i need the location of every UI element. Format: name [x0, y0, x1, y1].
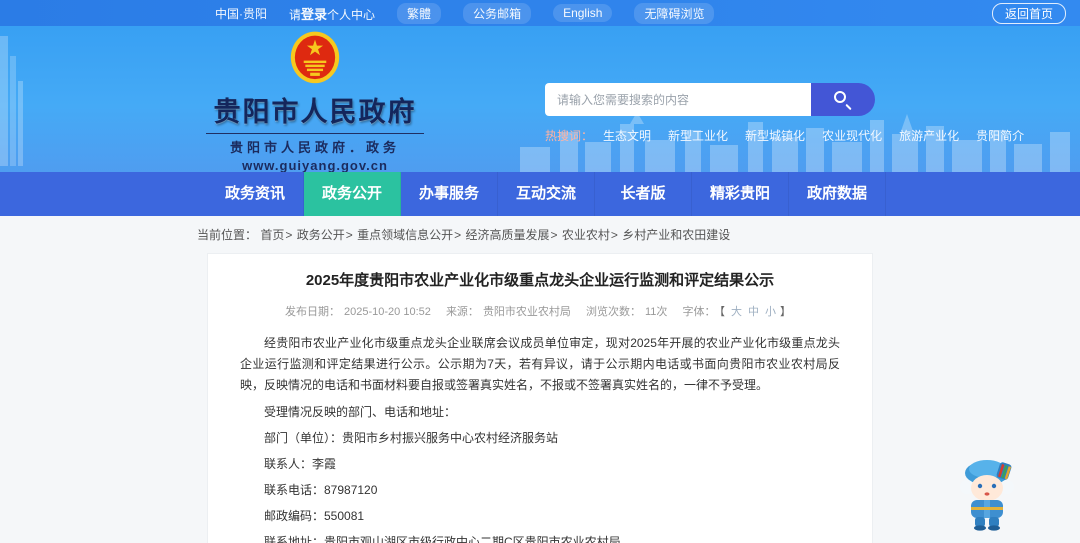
site-url: www.guiyang.gov.cn — [242, 158, 388, 172]
site-header: 贵阳市人民政府 贵阳市人民政府．政务 www.guiyang.gov.cn 热搜… — [0, 26, 1080, 172]
nav-tab-interaction[interactable]: 互动交流 — [498, 172, 595, 216]
source-label: 来源： — [445, 306, 479, 318]
content-area: 当前位置： 首页> 政务公开> 重点领域信息公开> 经济高质量发展> 农业农村>… — [0, 216, 1080, 543]
accessibility-link[interactable]: 无障碍浏览 — [634, 2, 715, 24]
search-area: 热搜词： 生态文明 新型工业化 新型城镇化 农业现代化 旅游产业化 贵阳简介 — [545, 83, 1024, 144]
hot-search-row: 热搜词： 生态文明 新型工业化 新型城镇化 农业现代化 旅游产业化 贵阳简介 — [545, 127, 1024, 144]
article-card: 2025年度贵阳市农业产业化市级重点龙头企业运行监测和评定结果公示 发布日期： 2… — [207, 253, 873, 543]
font-small-button[interactable]: 小 — [765, 306, 776, 318]
address-line: 联系地址：贵阳市观山湖区市级行政中心二期C区贵阳市农业农村局 — [264, 535, 621, 543]
nav-tab-highlights[interactable]: 精彩贵阳 — [692, 172, 789, 216]
nav-tab-news[interactable]: 政务资讯 — [207, 172, 304, 216]
nav-tab-services[interactable]: 办事服务 — [401, 172, 498, 216]
article-meta: 发布日期： 2025-10-20 10:52 来源： 贵阳市农业农村局 浏览次数： 1… — [285, 306, 791, 318]
site-subtitle: 贵阳市人民政府．政务 — [229, 140, 400, 155]
font-large-button[interactable]: 大 — [731, 306, 742, 318]
contact-intro-line: 受理情况反映的部门、电话和地址： — [264, 405, 457, 419]
nav-tab-elderly[interactable]: 长者版 — [595, 172, 692, 216]
search-input[interactable] — [545, 83, 811, 116]
breadcrumb-agriculture[interactable]: 农业农村 — [562, 228, 610, 242]
breadcrumb-economy[interactable]: 经济高质量发展 — [465, 228, 549, 242]
hot-link-agriculture[interactable]: 农业现代化 — [822, 127, 882, 144]
main-nav: 政务资讯 政务公开 办事服务 互动交流 长者版 精彩贵阳 政府数据 — [0, 172, 1080, 216]
breadcrumb-label: 当前位置： — [197, 228, 258, 242]
font-medium-button[interactable]: 中 — [748, 306, 759, 318]
site-title: 贵阳市人民政府 — [213, 97, 417, 127]
national-emblem-icon — [290, 31, 340, 84]
breadcrumb-rural-industry[interactable]: 乡村产业和农田建设 — [622, 228, 730, 242]
login-link[interactable]: 请登录个人中心 — [289, 4, 375, 23]
postcode-line: 邮政编码：550081 — [264, 509, 365, 523]
publish-date-label: 发布日期： — [285, 306, 341, 318]
region-link[interactable]: 中国·贵阳 — [215, 5, 267, 22]
official-mail-link[interactable]: 公务邮箱 — [463, 2, 532, 24]
breadcrumb: 当前位置： 首页> 政务公开> 重点领域信息公开> 经济高质量发展> 农业农村>… — [197, 228, 731, 242]
mascot-assistant[interactable] — [954, 455, 1020, 531]
logo-divider — [206, 133, 424, 134]
breadcrumb-home[interactable]: 首页 — [260, 228, 284, 242]
search-button[interactable] — [811, 83, 875, 116]
source-value: 贵阳市农业农村局 — [482, 306, 571, 318]
article-paragraph: 经贵阳市农业产业化市级重点龙头企业联席会议成员单位审定，现对2025年开展的农业… — [240, 336, 840, 392]
department-line: 部门（单位）：贵阳市乡村振兴服务中心农村经济服务站 — [264, 431, 559, 445]
top-utility-bar: 中国·贵阳 请登录个人中心 繁體 公务邮箱 English 无障碍浏览 返回首页 — [0, 0, 1080, 26]
nav-tab-gov-info[interactable]: 政务公开 — [304, 172, 401, 216]
hot-link-tourism[interactable]: 旅游产业化 — [899, 127, 959, 144]
views-label: 浏览次数： — [586, 306, 641, 318]
hot-link-intro[interactable]: 贵阳简介 — [976, 127, 1024, 144]
site-logo[interactable]: 贵阳市人民政府 贵阳市人民政府．政务 www.guiyang.gov.cn — [190, 30, 440, 172]
font-size-label: 字体： — [682, 306, 716, 318]
back-to-home-button[interactable]: 返回首页 — [991, 2, 1066, 24]
traditional-chinese-link[interactable]: 繁體 — [397, 2, 442, 24]
contact-person-line: 联系人：李霞 — [264, 457, 337, 471]
english-link[interactable]: English — [553, 4, 613, 22]
hot-link-urbanization[interactable]: 新型城镇化 — [745, 127, 805, 144]
breadcrumb-key-areas[interactable]: 重点领域信息公开 — [357, 228, 453, 242]
breadcrumb-gov-info[interactable]: 政务公开 — [297, 228, 345, 242]
hot-search-label: 热搜词： — [545, 129, 594, 143]
phone-line: 联系电话：87987120 — [264, 483, 378, 497]
article-title: 2025年度贵阳市农业产业化市级重点龙头企业运行监测和评定结果公示 — [305, 272, 775, 289]
nav-tab-data[interactable]: 政府数据 — [789, 172, 886, 216]
search-icon — [834, 90, 852, 110]
publish-date: 2025-10-20 10:52 — [344, 306, 431, 318]
views-value: 11次 — [645, 306, 668, 318]
hot-link-ecology[interactable]: 生态文明 — [603, 127, 651, 144]
hot-link-industry[interactable]: 新型工业化 — [668, 127, 728, 144]
